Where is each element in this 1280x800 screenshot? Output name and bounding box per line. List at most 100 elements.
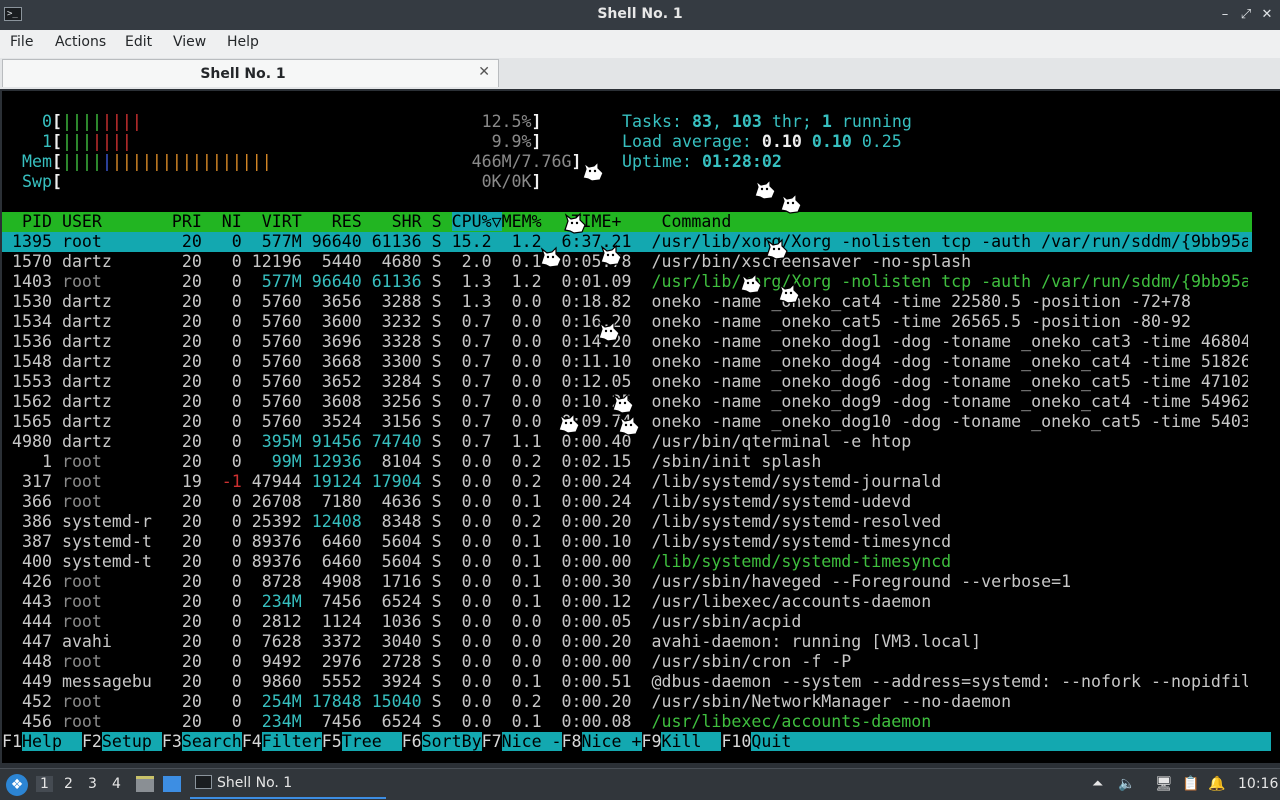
clipboard-icon[interactable]: 📋	[1182, 776, 1199, 792]
process-row[interactable]: 452 root 20 0 254M 17848 15040 S 0.0 0.2…	[2, 692, 1248, 712]
minimize-icon[interactable]: –	[1216, 6, 1234, 24]
cell-pid: 1562	[2, 392, 62, 411]
process-row[interactable]: 448 root 20 0 9492 2976 2728 S 0.0 0.0 0…	[2, 652, 1248, 672]
column-header-cpu: CPU%▽	[451, 212, 502, 231]
volume-icon[interactable]: 🔈	[1118, 776, 1135, 792]
cell-state: S	[421, 572, 452, 591]
cell-pri: 20	[161, 352, 202, 371]
process-row[interactable]: 1530 dartz 20 0 5760 3656 3288 S 1.3 0.0…	[2, 292, 1248, 312]
cell-time: 0:00.30	[541, 572, 652, 591]
column-header-ni: NI	[201, 212, 242, 231]
cell-pri: 20	[161, 672, 202, 691]
terminal-view[interactable]: 0[|||||||| 12.5%] 1[||||||| 9.9%] Mem[||…	[2, 91, 1280, 763]
tray-expand-icon[interactable]: ⏶	[1092, 776, 1103, 792]
fkey-f6[interactable]: F6SortBy	[402, 732, 482, 751]
fkey-f7[interactable]: F7Nice -	[482, 732, 562, 751]
process-table-header[interactable]: PID USER PRI NI VIRT RES SHR S CPU%▽MEM%…	[2, 212, 1252, 232]
workspace-2[interactable]: 2	[64, 776, 73, 792]
process-row[interactable]: 1570 dartz 20 0 12196 5440 4680 S 2.0 0.…	[2, 252, 1248, 272]
cpu0-meter: 0[|||||||| 12.5%]	[41, 112, 542, 131]
process-row[interactable]: 444 root 20 0 2812 1124 1036 S 0.0 0.0 0…	[2, 612, 1248, 632]
cell-ni: 0	[201, 252, 242, 271]
fkey-f9[interactable]: F9Kill	[642, 732, 722, 751]
cell-mem: 0.1	[491, 592, 542, 611]
process-row[interactable]: 1536 dartz 20 0 5760 3696 3328 S 0.7 0.0…	[2, 332, 1248, 352]
process-row[interactable]: 387 systemd-t 20 0 89376 6460 5604 S 0.0…	[2, 532, 1248, 552]
mem-meter: Mem[||||||||||||||||||||| 466M/7.76G]	[21, 152, 582, 171]
fkey-number: F7	[481, 732, 502, 751]
cell-command: oneko -name _oneko_dog1 -dog -toname _on…	[651, 332, 1249, 351]
workspace-3[interactable]: 3	[88, 776, 97, 792]
cell-shr: 2728	[361, 652, 422, 671]
process-row[interactable]: 1553 dartz 20 0 5760 3652 3284 S 0.7 0.0…	[2, 372, 1248, 392]
cell-virt: 89376	[241, 532, 302, 551]
cell-shr: 3288	[361, 292, 422, 311]
show-desktop-icon[interactable]	[163, 776, 181, 792]
process-row[interactable]: 1395 root 20 0 577M 96640 61136 S 15.2 1…	[2, 232, 1252, 252]
cell-virt: 5760	[241, 392, 302, 411]
cell-res: 2976	[301, 652, 362, 671]
cell-command: avahi-daemon: running [VM3.local]	[651, 632, 982, 651]
cell-user: root	[61, 652, 162, 671]
cell-command: /usr/libexec/accounts-daemon	[651, 592, 932, 611]
maximize-icon[interactable]: ⤢	[1237, 6, 1255, 24]
tab-close-icon[interactable]: ✕	[478, 64, 490, 80]
fkey-f1[interactable]: F1Help	[2, 732, 82, 751]
cell-pri: 20	[161, 512, 202, 531]
process-row[interactable]: 1403 root 20 0 577M 96640 61136 S 1.3 1.…	[2, 272, 1248, 292]
cell-state: S	[421, 252, 452, 271]
cell-pri: 20	[161, 692, 202, 711]
cell-pri: 20	[161, 372, 202, 391]
process-row[interactable]: 400 systemd-t 20 0 89376 6460 5604 S 0.0…	[2, 552, 1248, 572]
fkey-f2[interactable]: F2Setup	[82, 732, 162, 751]
cell-cpu: 0.0	[451, 532, 492, 551]
taskbar-task-shell[interactable]: Shell No. 1	[190, 769, 386, 799]
title-bar[interactable]: >_ Shell No. 1 – ⤢ ✕	[0, 0, 1280, 30]
start-menu-icon[interactable]: ❖	[6, 774, 28, 796]
process-row[interactable]: 447 avahi 20 0 7628 3372 3040 S 0.0 0.0 …	[2, 632, 1248, 652]
fkey-f4[interactable]: F4Filter	[242, 732, 322, 751]
menu-file[interactable]: File	[10, 34, 33, 50]
tab-shell-1[interactable]: Shell No. 1 ✕	[2, 59, 499, 87]
cell-res: 3600	[301, 312, 362, 331]
tasks-line: Tasks: 83, 103 thr; 1 running	[622, 112, 912, 131]
menu-help[interactable]: Help	[227, 34, 259, 50]
menu-actions[interactable]: Actions	[55, 34, 106, 50]
process-row[interactable]: 456 root 20 0 234M 7456 6524 S 0.0 0.1 0…	[2, 712, 1248, 732]
process-row[interactable]: 426 root 20 0 8728 4908 1716 S 0.0 0.1 0…	[2, 572, 1248, 592]
process-row[interactable]: 366 root 20 0 26708 7180 4636 S 0.0 0.1 …	[2, 492, 1248, 512]
menu-edit[interactable]: Edit	[125, 34, 152, 50]
workspace-4[interactable]: 4	[112, 776, 121, 792]
cell-shr: 3328	[361, 332, 422, 351]
cell-ni: 0	[201, 492, 242, 511]
fkey-label: Help	[21, 732, 82, 751]
process-row[interactable]: 317 root 19 -1 47944 19124 17904 S 0.0 0…	[2, 472, 1248, 492]
cell-user: dartz	[61, 332, 162, 351]
process-row[interactable]: 386 systemd-r 20 0 25392 12408 8348 S 0.…	[2, 512, 1248, 532]
cell-pid: 444	[2, 612, 62, 631]
cell-pri: 20	[161, 392, 202, 411]
process-row[interactable]: 443 root 20 0 234M 7456 6524 S 0.0 0.1 0…	[2, 592, 1248, 612]
process-row[interactable]: 1534 dartz 20 0 5760 3600 3232 S 0.7 0.0…	[2, 312, 1248, 332]
process-row[interactable]: 449 messagebu 20 0 9860 5552 3924 S 0.0 …	[2, 672, 1249, 692]
file-manager-icon[interactable]	[136, 776, 154, 792]
cell-pid: 1565	[2, 412, 62, 431]
fkey-f10[interactable]: F10Quit	[721, 732, 1271, 751]
fkey-f8[interactable]: F8Nice +	[562, 732, 642, 751]
fkey-f5[interactable]: F5Tree	[322, 732, 402, 751]
fkey-label: Nice +	[581, 732, 642, 751]
network-icon[interactable]: 🖥	[1155, 776, 1173, 792]
cell-command: /sbin/init splash	[651, 452, 822, 471]
workspace-1[interactable]: 1	[36, 776, 53, 792]
menu-view[interactable]: View	[173, 34, 206, 50]
process-row[interactable]: 1 root 20 0 99M 12936 8104 S 0.0 0.2 0:0…	[2, 452, 1248, 472]
fkey-f3[interactable]: F3Search	[162, 732, 242, 751]
cell-time: 0:00.20	[541, 692, 652, 711]
cell-mem: 0.2	[491, 512, 542, 531]
process-row[interactable]: 1548 dartz 20 0 5760 3668 3300 S 0.7 0.0…	[2, 352, 1248, 372]
close-icon[interactable]: ✕	[1258, 6, 1276, 24]
update-notifier-icon[interactable]: 🔔	[1208, 776, 1225, 792]
cell-time: 0:00.20	[541, 512, 652, 531]
oneko-sprite-icon	[776, 282, 802, 306]
load-line: Load average: 0.10 0.10 0.25	[622, 132, 902, 151]
